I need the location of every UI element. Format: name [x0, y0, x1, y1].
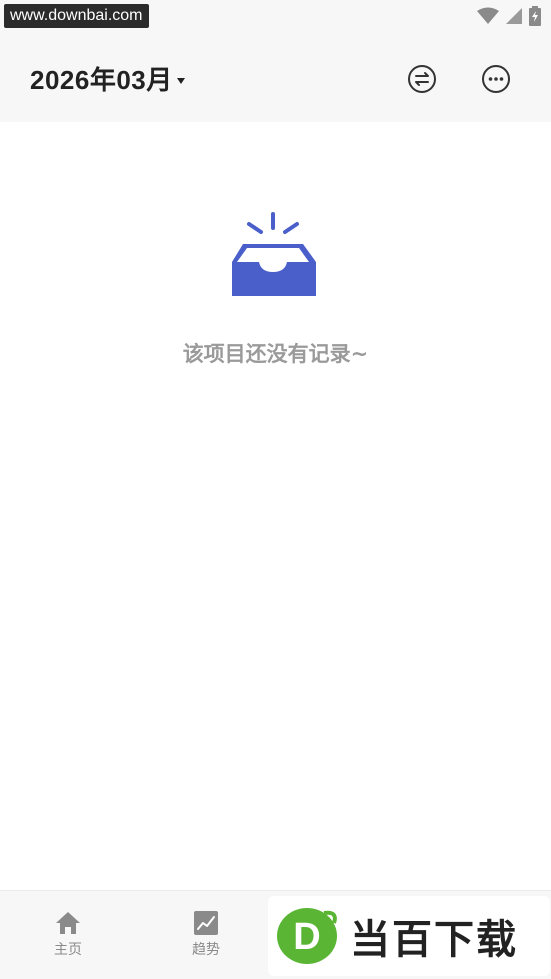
empty-message: 该项目还没有记录~ — [182, 342, 369, 366]
home-icon — [56, 912, 80, 934]
status-icons — [477, 6, 541, 26]
swap-icon — [408, 65, 436, 93]
month-label: 2026年03月 — [30, 65, 173, 95]
status-bar: www.downbai.com — [0, 0, 551, 34]
inbox-icon — [231, 212, 316, 296]
caret-down-icon — [176, 77, 185, 84]
nav-item-home[interactable]: 主页 — [28, 911, 108, 959]
trend-icon — [194, 911, 218, 935]
header: 2026年03月 — [0, 34, 551, 122]
more-icon — [482, 65, 510, 93]
brand-logo-icon: D — [277, 908, 337, 964]
empty-state: 该项目还没有记录~ — [0, 210, 551, 368]
nav-item-trend[interactable]: 趋势 — [166, 911, 246, 959]
nav-label-home: 主页 — [54, 942, 82, 958]
month-selector[interactable]: 2026年03月 — [30, 60, 185, 97]
brand-logo-letter: D — [293, 916, 320, 958]
wifi-icon — [477, 7, 499, 24]
brand-text: 当百下载 — [350, 917, 518, 963]
site-watermark: www.downbai.com — [4, 4, 149, 28]
brand-watermark: D 当百下载 — [268, 896, 550, 976]
cell-signal-icon — [506, 8, 522, 24]
nav-label-trend: 趋势 — [192, 942, 220, 958]
swap-button[interactable] — [407, 64, 437, 94]
battery-charging-icon — [529, 6, 541, 26]
more-button[interactable] — [481, 64, 511, 94]
